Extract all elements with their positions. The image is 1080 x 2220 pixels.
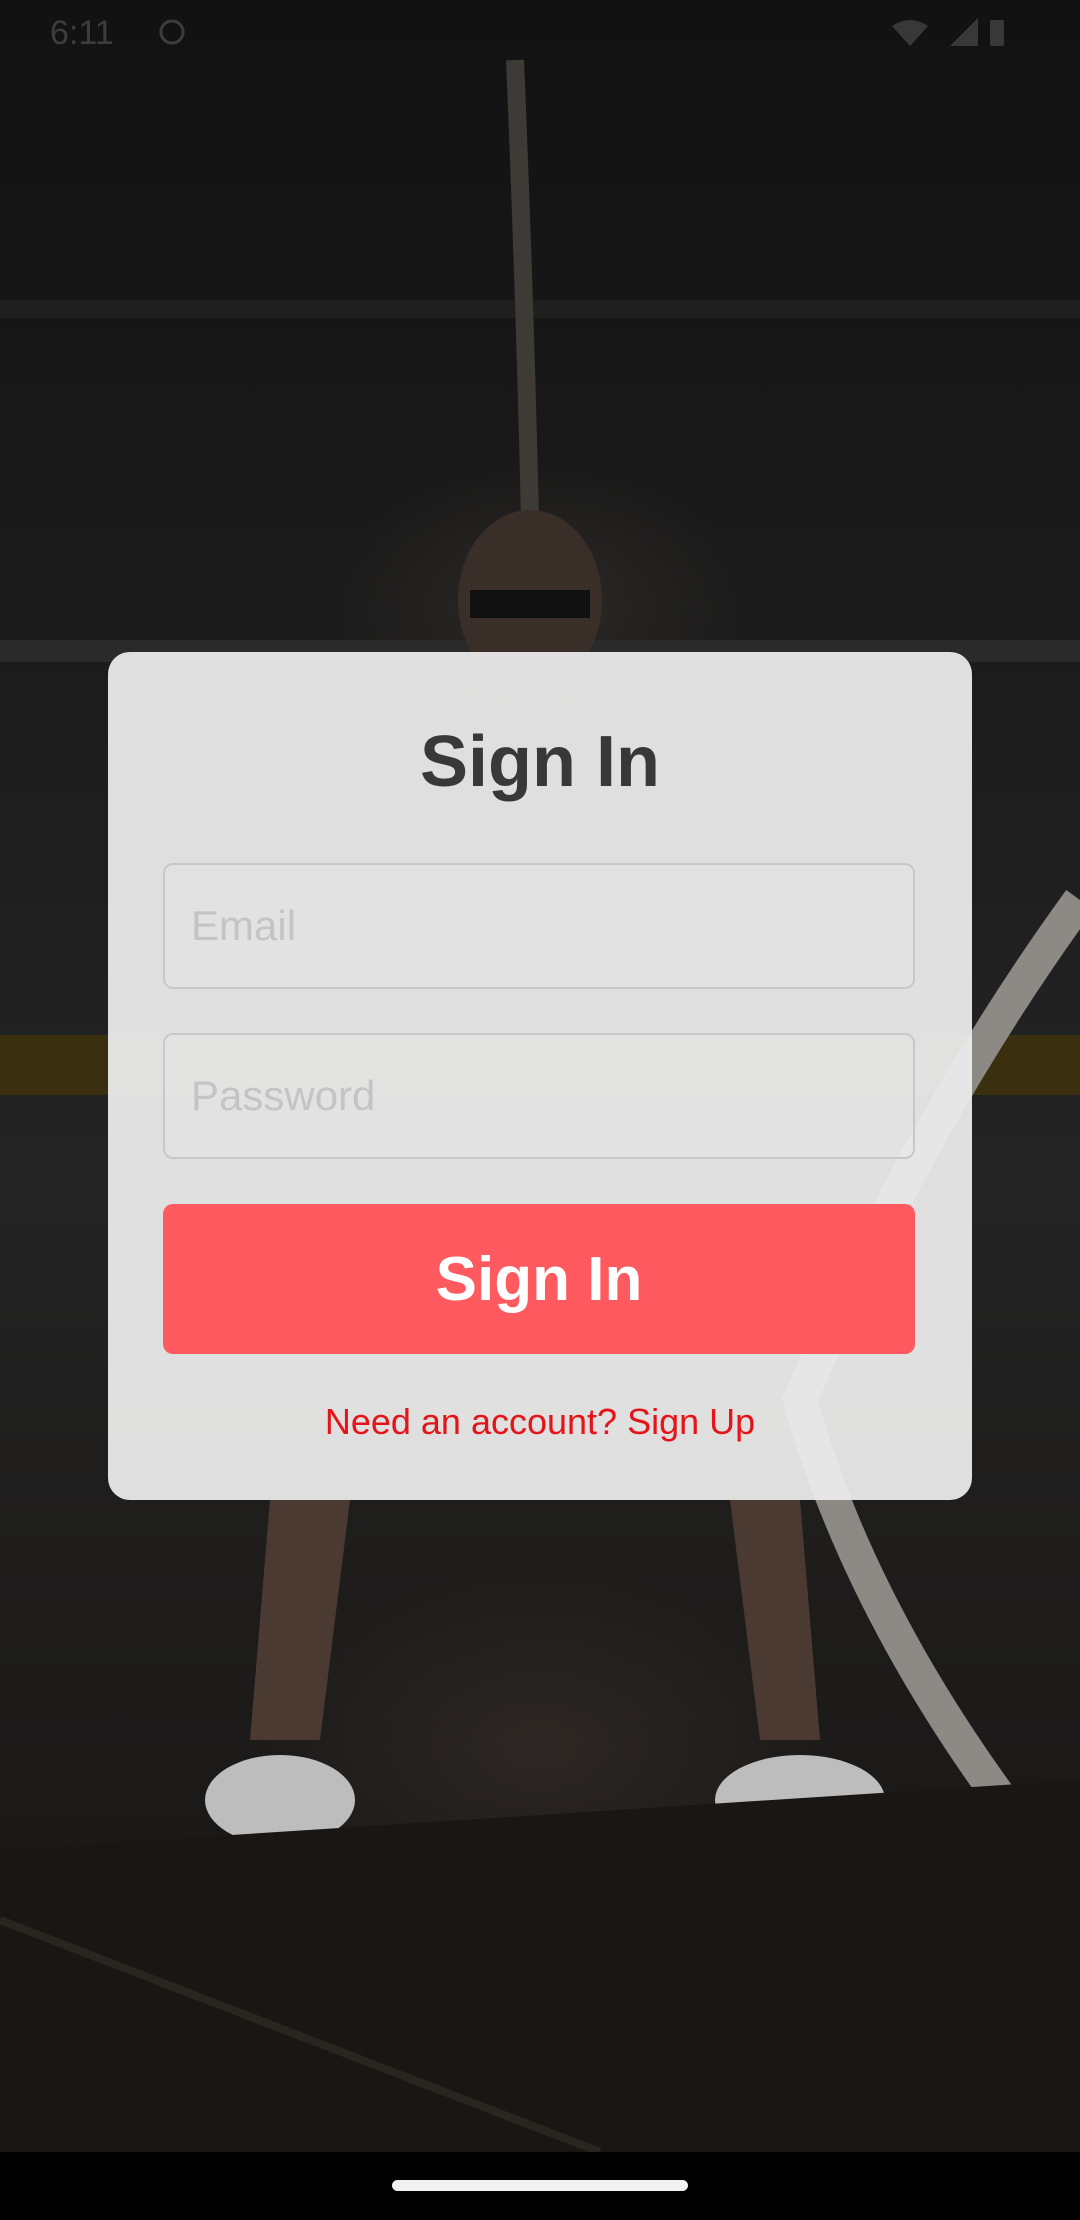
signin-card: Sign In Sign In Need an account? Sign Up — [108, 652, 972, 1500]
wifi-icon — [892, 20, 928, 46]
email-field[interactable] — [165, 865, 913, 987]
app-screen: 6:11 Sign In Sign In Need an account? Si… — [0, 0, 1080, 2220]
signup-link[interactable]: Need an account? Sign Up — [108, 1400, 972, 1444]
signal-icon — [950, 18, 978, 46]
signin-button[interactable]: Sign In — [163, 1204, 915, 1354]
home-indicator[interactable] — [392, 2180, 688, 2191]
password-field-container — [163, 1033, 915, 1159]
status-icons — [892, 18, 1004, 46]
shield-icon — [159, 19, 185, 45]
page-title: Sign In — [420, 722, 660, 802]
status-bar: 6:11 — [0, 0, 1080, 64]
password-field[interactable] — [165, 1035, 913, 1157]
status-time: 6:11 — [50, 14, 114, 52]
email-field-container — [163, 863, 915, 989]
battery-icon — [990, 20, 1004, 46]
